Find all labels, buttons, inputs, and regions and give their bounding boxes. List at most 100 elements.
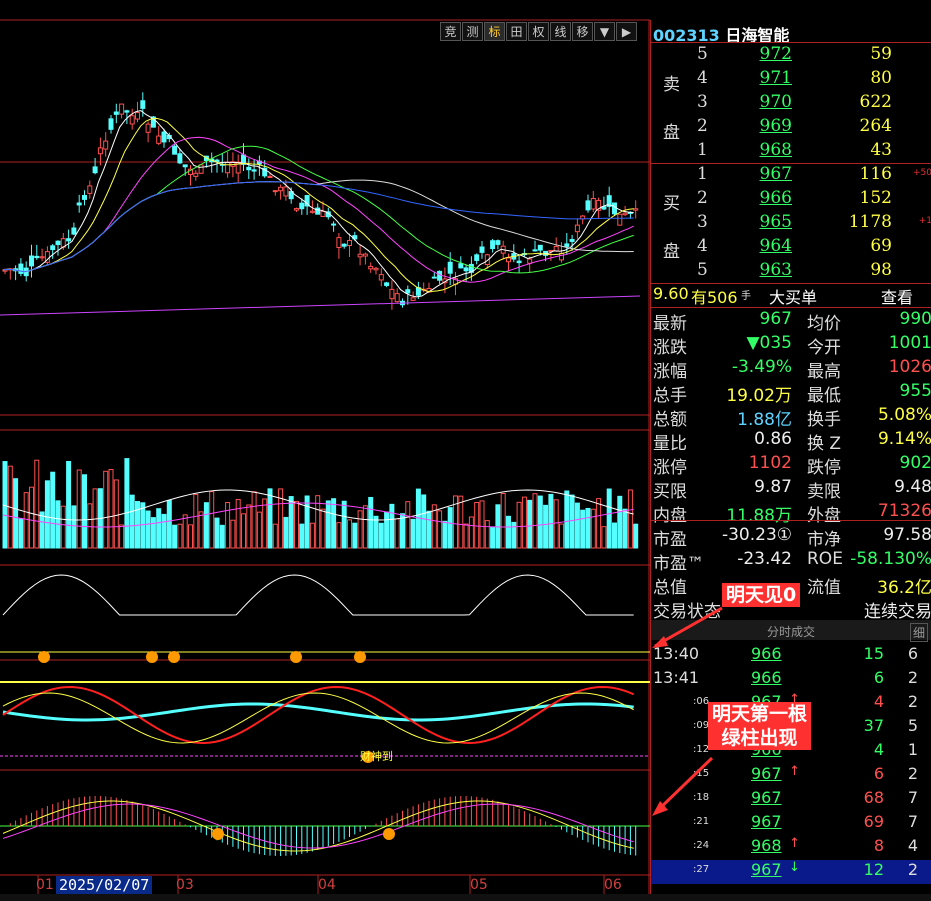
candle-body: [225, 161, 231, 174]
candle-body: [336, 237, 342, 248]
candle-body: [590, 197, 596, 210]
stat-row: 市盈™ -23.42 ROE -58.130%: [651, 549, 931, 574]
candle-body: [145, 123, 151, 133]
trade-row[interactable]: :27 967 ↓ 12 2: [651, 860, 931, 884]
sell-row[interactable]: 3 970 622: [651, 92, 931, 116]
volume: 116: [859, 164, 892, 184]
stat-key: 内盘: [653, 506, 687, 526]
volume-bar: [29, 486, 34, 549]
candle-body: [18, 263, 24, 274]
moving-average-line: [2, 179, 634, 273]
sell-row[interactable]: 5 972 59: [651, 44, 931, 68]
buy-row[interactable]: 5 963 98: [651, 260, 931, 284]
stat-key: 涨幅: [653, 362, 687, 382]
candle-body: [447, 261, 453, 274]
trade-row[interactable]: :15 967 ↑ 6 2: [651, 764, 931, 788]
stat-key: 市净: [807, 530, 841, 550]
toolbar-button[interactable]: ▼: [594, 22, 615, 41]
stat-row: 涨幅 -3.49% 最高 1026: [651, 357, 931, 382]
candle-body: [294, 208, 299, 211]
volume-bar: [389, 503, 395, 549]
macd-annotation: 财神到: [360, 749, 393, 763]
trade-count: 7: [907, 788, 918, 807]
candle-body: [410, 297, 416, 301]
trade-time: :21: [693, 816, 710, 827]
view-button[interactable]: 查看: [881, 284, 913, 308]
stat-row: 最新 967 均价 990: [651, 309, 931, 334]
volume: 43: [870, 140, 892, 160]
candle-body: [617, 213, 623, 226]
volume-bar: [410, 518, 416, 549]
buy-row[interactable]: 4 964 69: [651, 236, 931, 260]
sell-row[interactable]: 4 971 80: [651, 68, 931, 92]
volume-bar: [527, 499, 533, 549]
volume-bar: [331, 498, 337, 549]
bottom-tab-bar[interactable]: [0, 894, 931, 901]
volume-bar: [347, 519, 352, 549]
price: 968: [759, 140, 792, 160]
kline-chart[interactable]: 财神到: [0, 0, 650, 901]
stat-value: 5.08%: [877, 405, 931, 425]
toolbar-button[interactable]: 竞: [440, 22, 461, 41]
sell-row[interactable]: 2 969 264: [651, 116, 931, 140]
sell-row[interactable]: 1 968 43: [651, 140, 931, 164]
big-order-price: 9.60: [653, 284, 689, 303]
candle-body: [34, 255, 40, 259]
toolbar-button[interactable]: 权: [528, 22, 549, 41]
kline-chart-area[interactable]: 财神到 竞测标田权线移 ▼ ▶ 2025/02/07 01 03 04 05 06: [0, 0, 650, 901]
detail-button[interactable]: 细: [909, 623, 928, 642]
moving-average-line: [2, 117, 634, 292]
trade-row[interactable]: :24 968 ↑ 8 4: [651, 836, 931, 860]
smiley-icon: [290, 651, 302, 663]
volume-bar: [543, 504, 549, 549]
toolbar-button[interactable]: 测: [462, 22, 483, 41]
volume-bar: [500, 493, 506, 549]
volume-bar: [368, 496, 374, 549]
volume-bar: [267, 488, 273, 549]
trade-row[interactable]: :21 967 69 7: [651, 812, 931, 836]
toolbar-button[interactable]: 线: [550, 22, 571, 41]
trend-line: [0, 295, 641, 316]
level: 2: [697, 116, 708, 136]
volume: 80: [870, 68, 892, 88]
volume-bar: [574, 502, 580, 549]
candle-body: [331, 223, 337, 226]
volume-bar: [129, 494, 135, 549]
volume-bar: [320, 508, 326, 549]
toolbar-button[interactable]: ▶: [616, 22, 637, 41]
volume-bar: [617, 495, 623, 549]
candle-body: [71, 227, 77, 235]
stat-row: 涨跌 ▼035 今开 1001: [651, 333, 931, 358]
toolbar-button[interactable]: 标: [484, 22, 505, 41]
buy-row[interactable]: 1 967 116: [651, 164, 931, 188]
trade-count: 2: [907, 668, 918, 687]
trade-volume: 12: [863, 860, 884, 879]
stat-key: 外盘: [807, 506, 841, 526]
candle-body: [389, 288, 395, 300]
buy-row[interactable]: 3 965 1178: [651, 212, 931, 236]
trade-count: 4: [907, 836, 918, 855]
toolbar-button[interactable]: 田: [506, 22, 527, 41]
volume-bar: [357, 510, 363, 549]
candle-body: [633, 208, 639, 211]
trade-volume: 4: [873, 740, 884, 759]
trade-count: 2: [907, 692, 918, 711]
smiley-icon: [38, 651, 50, 663]
stat-value: 0.86: [754, 429, 792, 449]
trade-price: 966: [751, 668, 782, 687]
stat-key: 市盈: [653, 530, 687, 550]
volume-bar: [537, 495, 543, 549]
kdj-line: [2, 692, 634, 744]
trade-count: 5: [907, 716, 918, 735]
trade-row[interactable]: 13:40 966 15 6: [651, 644, 931, 668]
trade-row[interactable]: 13:41 966 6 2: [651, 668, 931, 692]
volume-bar: [156, 508, 162, 549]
stat-value: 97.58: [883, 525, 931, 545]
trade-row[interactable]: :18 967 68 7: [651, 788, 931, 812]
toolbar-button[interactable]: 移: [572, 22, 593, 41]
buy-row[interactable]: 2 966 152: [651, 188, 931, 212]
smiley-icon: [168, 651, 180, 663]
big-order-strip[interactable]: 9.60 有506 手 大买单 查看: [651, 284, 931, 308]
volume: 69: [870, 236, 892, 256]
volume-bar: [235, 498, 241, 549]
